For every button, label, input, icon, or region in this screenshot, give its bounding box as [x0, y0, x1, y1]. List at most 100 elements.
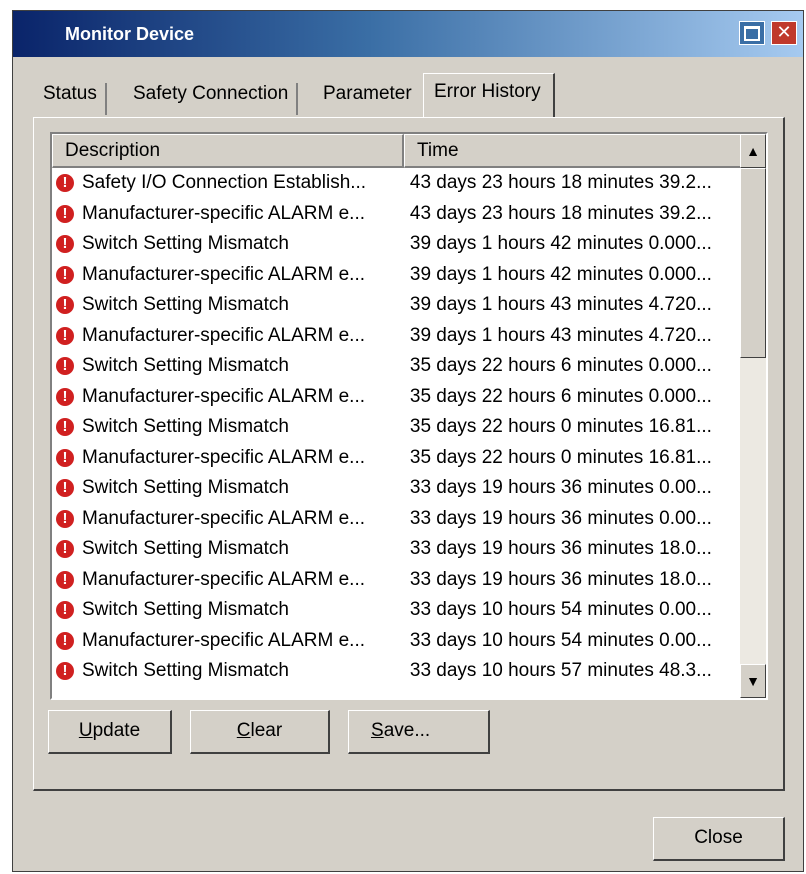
update-button[interactable]: Update: [48, 710, 172, 754]
description-cell: ! Manufacturer-specific ALARM e...: [52, 203, 398, 225]
table-row[interactable]: ! Switch Setting Mismatch 35 days 22 hours…: [52, 412, 742, 443]
table-row[interactable]: ! Switch Setting Mismatch 33 days 19 hours…: [52, 473, 742, 504]
description-cell: ! Manufacturer-specific ALARM e...: [52, 325, 398, 347]
description-text: Manufacturer-specific ALARM e...: [82, 263, 365, 285]
description-cell: ! Manufacturer-specific ALARM e...: [52, 508, 398, 530]
description-text: Switch Setting Mismatch: [82, 294, 289, 316]
column-header-description[interactable]: Description: [52, 134, 404, 168]
description-text: Manufacturer-specific ALARM e...: [82, 507, 365, 529]
title-bar[interactable]: Monitor Device ✕: [13, 11, 803, 57]
update-label: pdate: [92, 720, 141, 741]
description-text: Switch Setting Mismatch: [82, 233, 289, 255]
description-text: Manufacturer-specific ALARM e...: [82, 629, 365, 651]
table-row[interactable]: ! Switch Setting Mismatch 33 days 19 hours…: [52, 534, 742, 565]
description-cell: ! Switch Setting Mismatch: [52, 294, 398, 316]
scroll-down-button[interactable]: ▼: [740, 664, 766, 698]
error-icon: !: [56, 509, 74, 528]
time-cell: 33 days 19 hours 36 minutes 0.00...: [409, 507, 712, 529]
description-text: Switch Setting Mismatch: [82, 416, 289, 438]
close-icon: ✕: [776, 22, 792, 42]
time-cell: 33 days 10 hours 57 minutes 48.3...: [409, 660, 712, 682]
time-cell: 35 days 22 hours 6 minutes 0.000...: [409, 355, 712, 377]
description-cell: ! Switch Setting Mismatch: [52, 416, 398, 438]
error-icon: !: [56, 387, 74, 406]
maximize-icon: [744, 26, 760, 41]
description-text: Switch Setting Mismatch: [82, 538, 289, 560]
tab-safety-connection[interactable]: Safety Connection: [133, 83, 299, 115]
time-cell: 33 days 19 hours 36 minutes 18.0...: [409, 538, 712, 560]
scroll-up-button[interactable]: ▲: [740, 134, 766, 168]
error-icon: !: [56, 296, 74, 315]
description-text: Safety I/O Connection Establish...: [82, 172, 367, 194]
description-cell: ! Safety I/O Connection Establish...: [52, 172, 398, 194]
arrow-down-icon: ▼: [746, 673, 760, 689]
error-icon: !: [56, 662, 74, 681]
error-icon: !: [56, 448, 74, 467]
table-row[interactable]: ! Manufacturer-specific ALARM e... 39 days…: [52, 321, 742, 352]
save-button[interactable]: Save...: [348, 710, 490, 754]
description-text: Manufacturer-specific ALARM e...: [82, 446, 365, 468]
time-cell: 43 days 23 hours 18 minutes 39.2...: [409, 202, 712, 224]
table-row[interactable]: ! Manufacturer-specific ALARM e... 43 days…: [52, 199, 742, 230]
error-icon: !: [56, 570, 74, 589]
description-cell: ! Manufacturer-specific ALARM e...: [52, 569, 398, 591]
update-mnemonic: U: [78, 720, 93, 741]
error-history-list[interactable]: Description Time ! Safety I/O Connection …: [50, 132, 768, 700]
description-cell: ! Switch Setting Mismatch: [52, 538, 398, 560]
list-header: Description Time: [52, 134, 742, 168]
list-rows: ! Safety I/O Connection Establish... 43 da…: [52, 168, 742, 687]
clear-label: lear: [250, 720, 283, 741]
time-cell: 33 days 10 hours 54 minutes 0.00...: [409, 629, 712, 651]
description-text: Manufacturer-specific ALARM e...: [82, 324, 365, 346]
description-cell: ! Switch Setting Mismatch: [52, 599, 398, 621]
description-text: Switch Setting Mismatch: [82, 355, 289, 377]
table-row[interactable]: ! Switch Setting Mismatch 39 days 1 hours …: [52, 290, 742, 321]
description-text: Manufacturer-specific ALARM e...: [82, 202, 365, 224]
tab-status[interactable]: Status: [43, 83, 107, 115]
table-row[interactable]: ! Switch Setting Mismatch 33 days 10 hours…: [52, 595, 742, 626]
scroll-thumb[interactable]: [740, 168, 766, 358]
description-cell: ! Manufacturer-specific ALARM e...: [52, 630, 398, 652]
description-cell: ! Switch Setting Mismatch: [52, 355, 398, 377]
error-icon: !: [56, 418, 74, 437]
tab-parameter[interactable]: Parameter: [323, 83, 412, 115]
error-icon: !: [56, 479, 74, 498]
description-text: Switch Setting Mismatch: [82, 477, 289, 499]
column-header-time[interactable]: Time: [404, 134, 742, 168]
description-text: Switch Setting Mismatch: [82, 660, 289, 682]
time-cell: 35 days 22 hours 6 minutes 0.000...: [409, 385, 712, 407]
table-row[interactable]: ! Manufacturer-specific ALARM e... 35 days…: [52, 382, 742, 413]
time-cell: 43 days 23 hours 18 minutes 39.2...: [409, 172, 712, 194]
save-label: ave...: [383, 720, 431, 741]
error-icon: !: [56, 235, 74, 254]
table-row[interactable]: ! Manufacturer-specific ALARM e... 33 days…: [52, 504, 742, 535]
table-row[interactable]: ! Manufacturer-specific ALARM e... 33 days…: [52, 626, 742, 657]
vertical-scrollbar[interactable]: ▲ ▼: [740, 134, 766, 698]
description-cell: ! Manufacturer-specific ALARM e...: [52, 447, 398, 469]
table-row[interactable]: ! Safety I/O Connection Establish... 43 da…: [52, 168, 742, 199]
time-cell: 33 days 10 hours 54 minutes 0.00...: [409, 599, 712, 621]
error-icon: !: [56, 357, 74, 376]
description-text: Manufacturer-specific ALARM e...: [82, 568, 365, 590]
table-row[interactable]: ! Manufacturer-specific ALARM e... 35 days…: [52, 443, 742, 474]
close-button[interactable]: Close: [653, 817, 785, 861]
description-cell: ! Manufacturer-specific ALARM e...: [52, 264, 398, 286]
maximize-button[interactable]: [739, 21, 765, 45]
time-cell: 39 days 1 hours 42 minutes 0.000...: [409, 233, 712, 255]
error-icon: !: [56, 540, 74, 559]
clear-button[interactable]: Clear: [190, 710, 330, 754]
time-cell: 35 days 22 hours 0 minutes 16.81...: [409, 446, 712, 468]
error-icon: !: [56, 204, 74, 223]
arrow-up-icon: ▲: [746, 143, 760, 159]
tab-error-history[interactable]: Error History: [423, 73, 555, 117]
table-row[interactable]: ! Manufacturer-specific ALARM e... 39 days…: [52, 260, 742, 291]
table-row[interactable]: ! Switch Setting Mismatch 33 days 10 hours…: [52, 656, 742, 687]
clear-mnemonic: C: [236, 720, 251, 741]
error-icon: !: [56, 326, 74, 345]
close-window-button[interactable]: ✕: [771, 21, 797, 45]
table-row[interactable]: ! Manufacturer-specific ALARM e... 33 days…: [52, 565, 742, 596]
table-row[interactable]: ! Switch Setting Mismatch 35 days 22 hours…: [52, 351, 742, 382]
time-cell: 39 days 1 hours 42 minutes 0.000...: [409, 263, 712, 285]
table-row[interactable]: ! Switch Setting Mismatch 39 days 1 hours …: [52, 229, 742, 260]
description-text: Manufacturer-specific ALARM e...: [82, 385, 365, 407]
